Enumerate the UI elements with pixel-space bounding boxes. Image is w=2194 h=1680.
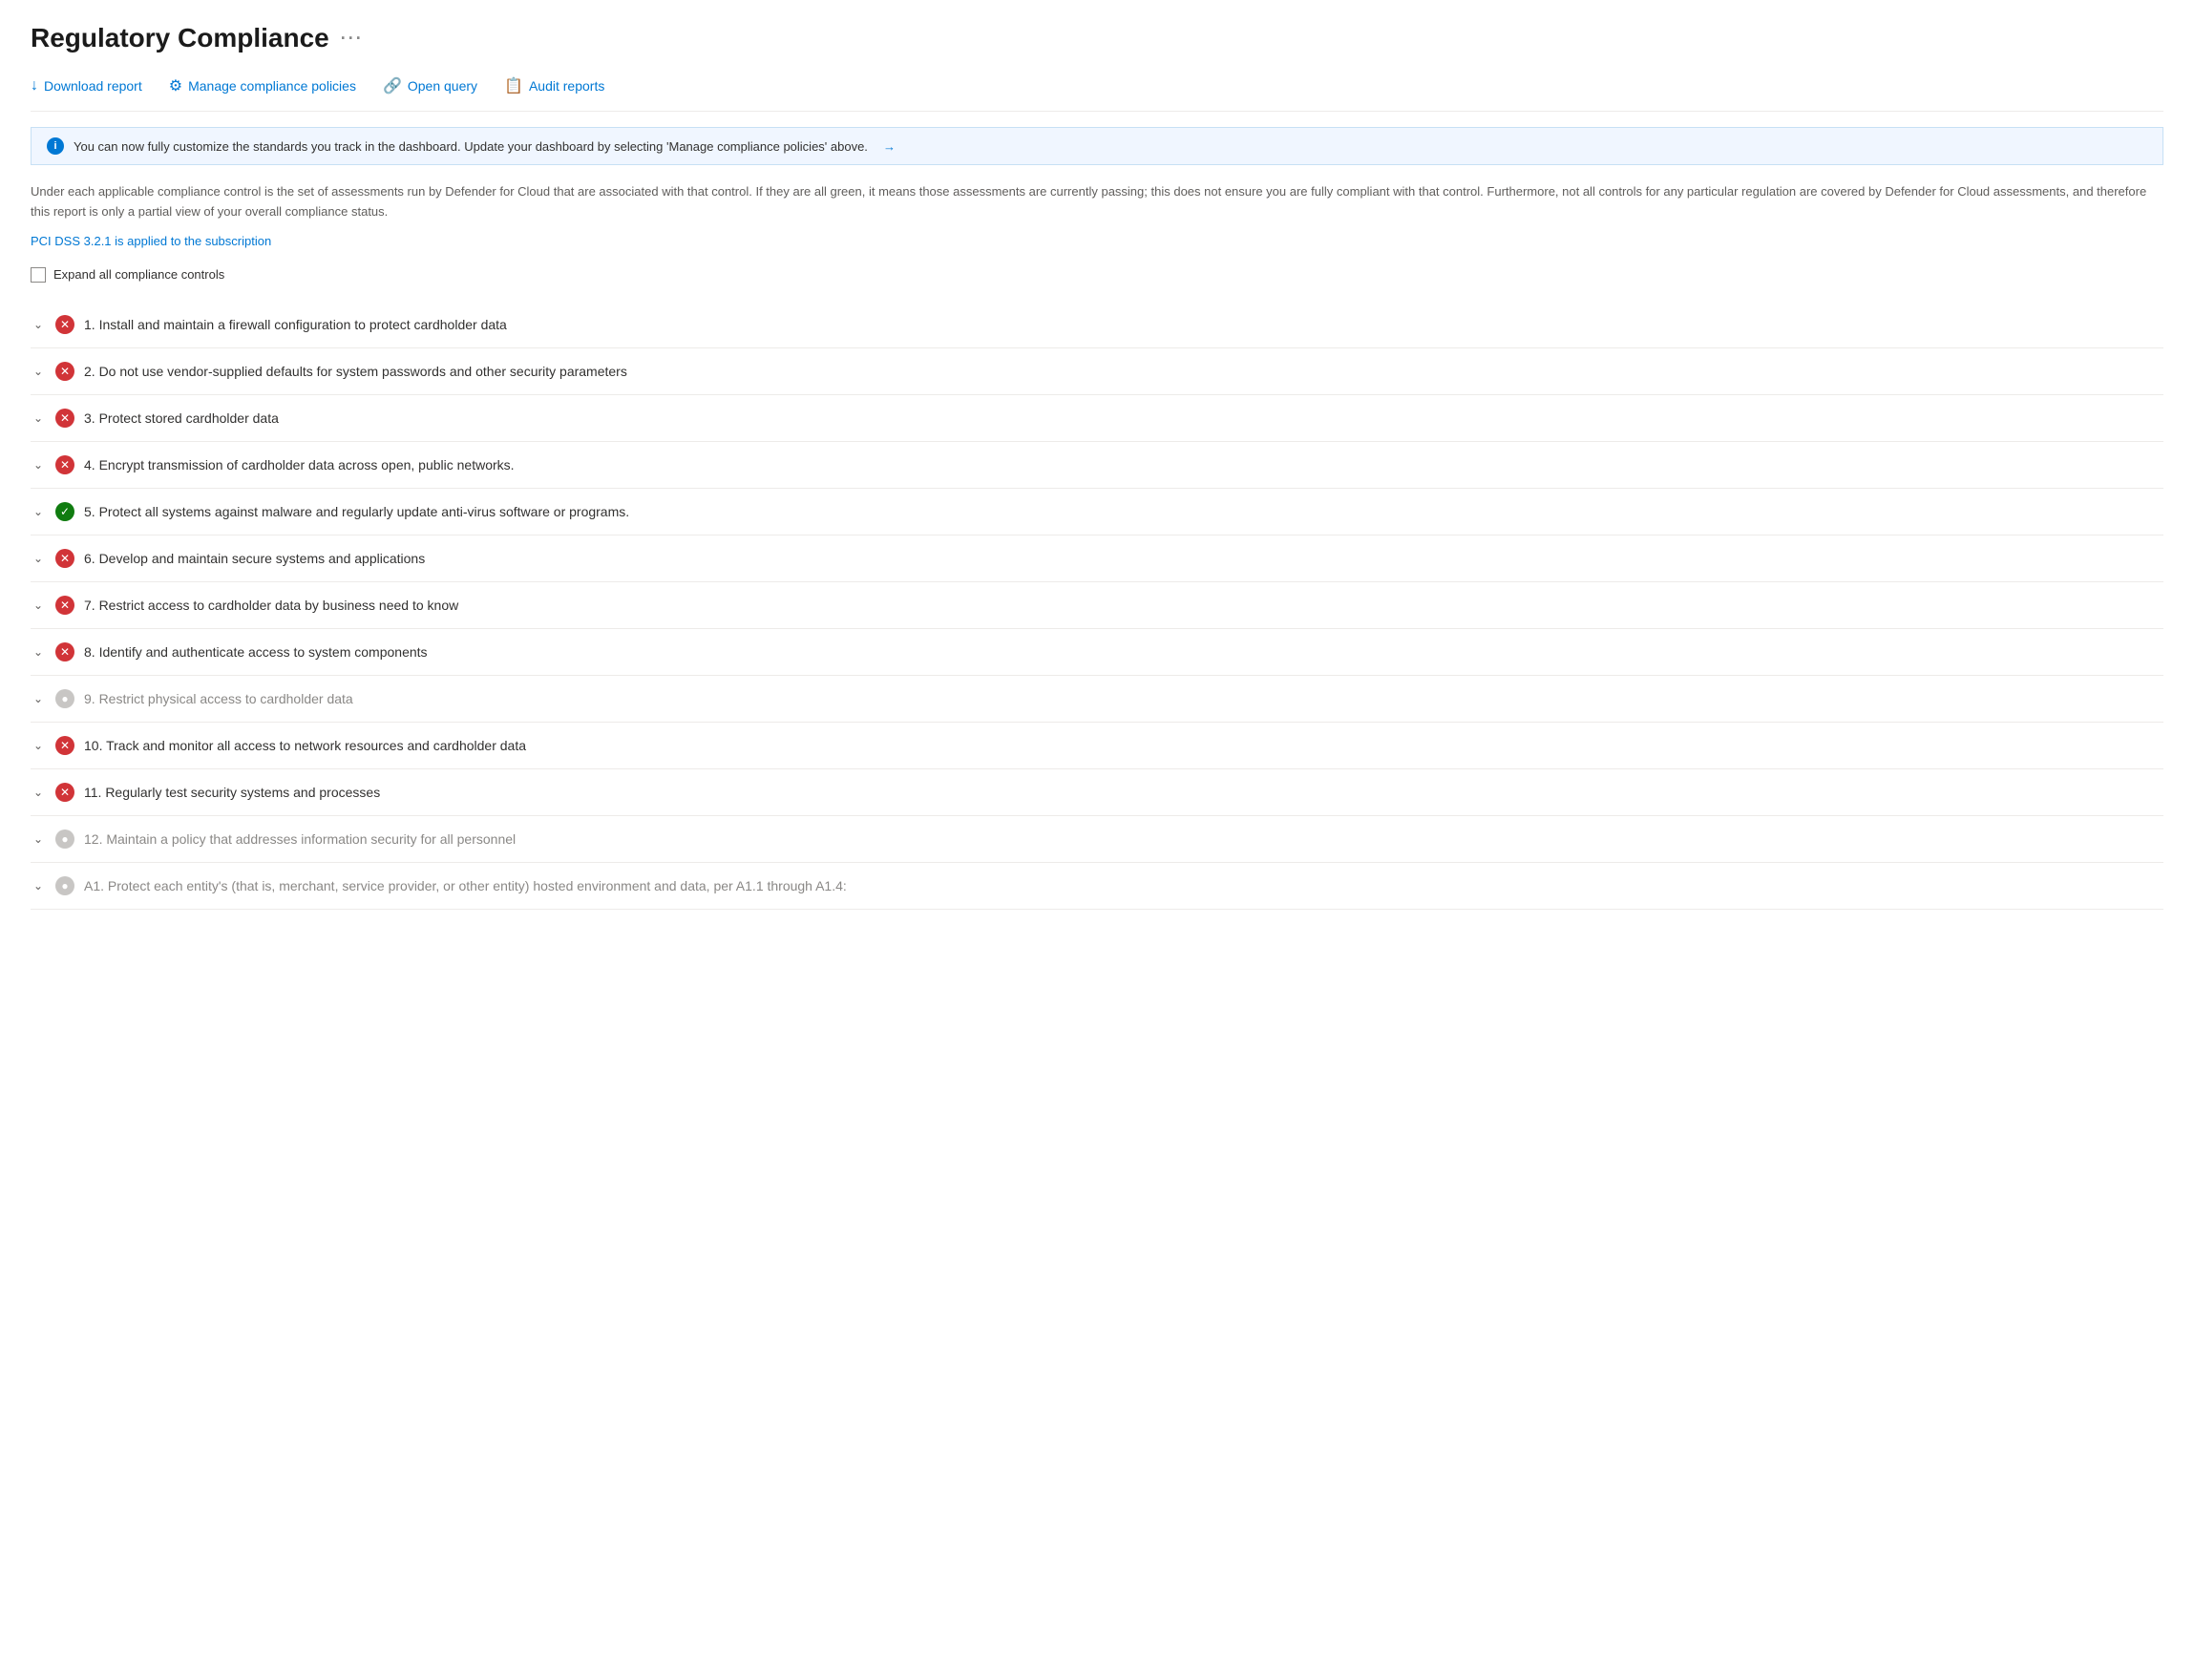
status-icon: ✕ bbox=[55, 736, 74, 755]
subscription-link[interactable]: PCI DSS 3.2.1 is applied to the subscrip… bbox=[31, 234, 2163, 248]
compliance-item-10[interactable]: ⌄ ✕ 10. Track and monitor all access to … bbox=[31, 723, 2163, 769]
manage-compliance-button[interactable]: ⚙ Manage compliance policies bbox=[169, 73, 356, 99]
status-icon: ● bbox=[55, 876, 74, 895]
compliance-item-5[interactable]: ⌄ ✓ 5. Protect all systems against malwa… bbox=[31, 489, 2163, 536]
chevron-icon: ⌄ bbox=[31, 505, 46, 518]
page-title: Regulatory Compliance ··· bbox=[31, 23, 2163, 53]
banner-text: You can now fully customize the standard… bbox=[74, 139, 868, 154]
status-icon: ● bbox=[55, 689, 74, 708]
query-icon: 🔗 bbox=[383, 76, 402, 95]
compliance-item-13[interactable]: ⌄ ● A1. Protect each entity's (that is, … bbox=[31, 863, 2163, 910]
item-label: 4. Encrypt transmission of cardholder da… bbox=[84, 457, 2163, 472]
item-label: 7. Restrict access to cardholder data by… bbox=[84, 598, 2163, 613]
compliance-item-11[interactable]: ⌄ ✕ 11. Regularly test security systems … bbox=[31, 769, 2163, 816]
query-label: Open query bbox=[408, 78, 477, 94]
chevron-icon: ⌄ bbox=[31, 645, 46, 659]
info-banner: i You can now fully customize the standa… bbox=[31, 127, 2163, 165]
status-icon: ✕ bbox=[55, 783, 74, 802]
compliance-item-8[interactable]: ⌄ ✕ 8. Identify and authenticate access … bbox=[31, 629, 2163, 676]
info-icon: i bbox=[47, 137, 64, 155]
compliance-item-2[interactable]: ⌄ ✕ 2. Do not use vendor-supplied defaul… bbox=[31, 348, 2163, 395]
compliance-item-12[interactable]: ⌄ ● 12. Maintain a policy that addresses… bbox=[31, 816, 2163, 863]
open-query-button[interactable]: 🔗 Open query bbox=[383, 73, 477, 99]
chevron-icon: ⌄ bbox=[31, 458, 46, 472]
chevron-icon: ⌄ bbox=[31, 786, 46, 799]
compliance-item-7[interactable]: ⌄ ✕ 7. Restrict access to cardholder dat… bbox=[31, 582, 2163, 629]
chevron-icon: ⌄ bbox=[31, 598, 46, 612]
item-label: 10. Track and monitor all access to netw… bbox=[84, 738, 2163, 753]
compliance-item-3[interactable]: ⌄ ✕ 3. Protect stored cardholder data bbox=[31, 395, 2163, 442]
chevron-icon: ⌄ bbox=[31, 318, 46, 331]
status-icon: ✕ bbox=[55, 455, 74, 474]
toolbar: ↓ Download report ⚙ Manage compliance po… bbox=[31, 73, 2163, 112]
status-icon: ✕ bbox=[55, 315, 74, 334]
audit-icon: 📋 bbox=[504, 76, 523, 95]
status-icon: ✕ bbox=[55, 549, 74, 568]
download-label: Download report bbox=[44, 78, 142, 94]
expand-all-label: Expand all compliance controls bbox=[53, 267, 224, 282]
expand-all-checkbox[interactable] bbox=[31, 267, 46, 283]
chevron-icon: ⌄ bbox=[31, 739, 46, 752]
compliance-item-1[interactable]: ⌄ ✕ 1. Install and maintain a firewall c… bbox=[31, 302, 2163, 348]
download-report-button[interactable]: ↓ Download report bbox=[31, 74, 142, 98]
audit-reports-button[interactable]: 📋 Audit reports bbox=[504, 73, 604, 99]
status-icon: ✓ bbox=[55, 502, 74, 521]
item-label: 9. Restrict physical access to cardholde… bbox=[84, 691, 2163, 706]
item-label: 1. Install and maintain a firewall confi… bbox=[84, 317, 2163, 332]
more-options-icon[interactable]: ··· bbox=[341, 29, 364, 49]
compliance-item-4[interactable]: ⌄ ✕ 4. Encrypt transmission of cardholde… bbox=[31, 442, 2163, 489]
manage-label: Manage compliance policies bbox=[188, 78, 356, 94]
description-text: Under each applicable compliance control… bbox=[31, 182, 2163, 222]
compliance-list: ⌄ ✕ 1. Install and maintain a firewall c… bbox=[31, 302, 2163, 910]
manage-icon: ⚙ bbox=[169, 76, 182, 95]
item-label: A1. Protect each entity's (that is, merc… bbox=[84, 878, 2163, 893]
item-label: 3. Protect stored cardholder data bbox=[84, 410, 2163, 426]
item-label: 8. Identify and authenticate access to s… bbox=[84, 644, 2163, 660]
status-icon: ✕ bbox=[55, 642, 74, 662]
chevron-icon: ⌄ bbox=[31, 692, 46, 705]
item-label: 6. Develop and maintain secure systems a… bbox=[84, 551, 2163, 566]
item-label: 5. Protect all systems against malware a… bbox=[84, 504, 2163, 519]
banner-arrow[interactable]: → bbox=[883, 139, 896, 154]
chevron-icon: ⌄ bbox=[31, 832, 46, 846]
item-label: 12. Maintain a policy that addresses inf… bbox=[84, 831, 2163, 847]
item-label: 2. Do not use vendor-supplied defaults f… bbox=[84, 364, 2163, 379]
status-icon: ● bbox=[55, 830, 74, 849]
chevron-icon: ⌄ bbox=[31, 365, 46, 378]
chevron-icon: ⌄ bbox=[31, 552, 46, 565]
expand-all-container: Expand all compliance controls bbox=[31, 267, 2163, 283]
compliance-item-6[interactable]: ⌄ ✕ 6. Develop and maintain secure syste… bbox=[31, 536, 2163, 582]
chevron-icon: ⌄ bbox=[31, 411, 46, 425]
status-icon: ✕ bbox=[55, 596, 74, 615]
status-icon: ✕ bbox=[55, 409, 74, 428]
status-icon: ✕ bbox=[55, 362, 74, 381]
download-icon: ↓ bbox=[31, 77, 38, 94]
chevron-icon: ⌄ bbox=[31, 879, 46, 892]
title-text: Regulatory Compliance bbox=[31, 23, 329, 53]
compliance-item-9[interactable]: ⌄ ● 9. Restrict physical access to cardh… bbox=[31, 676, 2163, 723]
item-label: 11. Regularly test security systems and … bbox=[84, 785, 2163, 800]
audit-label: Audit reports bbox=[529, 78, 604, 94]
